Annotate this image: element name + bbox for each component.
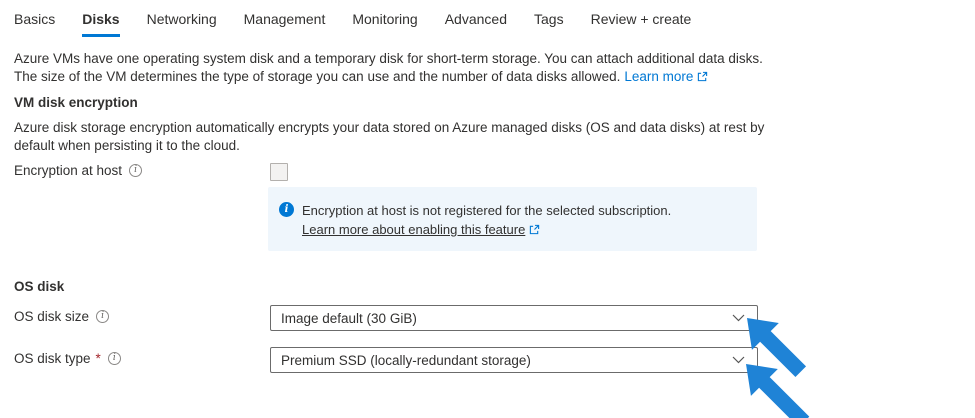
info-tooltip-icon[interactable] bbox=[96, 310, 109, 323]
wizard-tab-strip: Basics Disks Networking Management Monit… bbox=[14, 11, 691, 37]
external-link-icon bbox=[697, 71, 708, 82]
os-disk-type-dropdown[interactable]: Premium SSD (locally-redundant storage) bbox=[270, 347, 758, 373]
tab-networking[interactable]: Networking bbox=[147, 11, 217, 37]
os-disk-type-value: Premium SSD (locally-redundant storage) bbox=[281, 353, 732, 368]
info-tooltip-icon[interactable] bbox=[108, 352, 121, 365]
external-link-icon bbox=[529, 224, 540, 235]
os-disk-type-label: OS disk type * bbox=[14, 351, 121, 366]
tab-basics[interactable]: Basics bbox=[14, 11, 55, 37]
os-disk-heading: OS disk bbox=[14, 279, 64, 294]
enable-feature-link[interactable]: Learn more about enabling this feature bbox=[302, 222, 525, 237]
tab-review-create[interactable]: Review + create bbox=[591, 11, 692, 37]
vm-disk-encryption-heading: VM disk encryption bbox=[14, 95, 138, 110]
vm-disk-encryption-description: Azure disk storage encryption automatica… bbox=[14, 119, 764, 155]
chevron-down-icon bbox=[732, 356, 745, 364]
encryption-info-box: Encryption at host is not registered for… bbox=[268, 187, 757, 251]
required-marker: * bbox=[96, 351, 101, 366]
tab-management[interactable]: Management bbox=[244, 11, 326, 37]
disks-intro-text: Azure VMs have one operating system disk… bbox=[14, 50, 763, 86]
os-disk-size-label: OS disk size bbox=[14, 309, 109, 324]
tab-disks[interactable]: Disks bbox=[82, 11, 119, 37]
tab-advanced[interactable]: Advanced bbox=[445, 11, 507, 37]
info-tooltip-icon[interactable] bbox=[129, 164, 142, 177]
learn-more-link[interactable]: Learn more bbox=[624, 69, 708, 84]
intro-line-2: The size of the VM determines the type o… bbox=[14, 68, 763, 86]
encryption-at-host-label: Encryption at host bbox=[14, 163, 142, 178]
info-box-text: Encryption at host is not registered for… bbox=[302, 201, 671, 239]
encryption-at-host-checkbox[interactable] bbox=[270, 163, 288, 181]
create-vm-disks-page: Basics Disks Networking Management Monit… bbox=[0, 0, 975, 418]
tab-tags[interactable]: Tags bbox=[534, 11, 564, 37]
chevron-down-icon bbox=[732, 314, 745, 322]
os-disk-size-dropdown[interactable]: Image default (30 GiB) bbox=[270, 305, 758, 331]
intro-line-1: Azure VMs have one operating system disk… bbox=[14, 50, 763, 68]
os-disk-size-value: Image default (30 GiB) bbox=[281, 311, 732, 326]
tab-monitoring[interactable]: Monitoring bbox=[352, 11, 417, 37]
info-filled-icon bbox=[279, 202, 294, 217]
